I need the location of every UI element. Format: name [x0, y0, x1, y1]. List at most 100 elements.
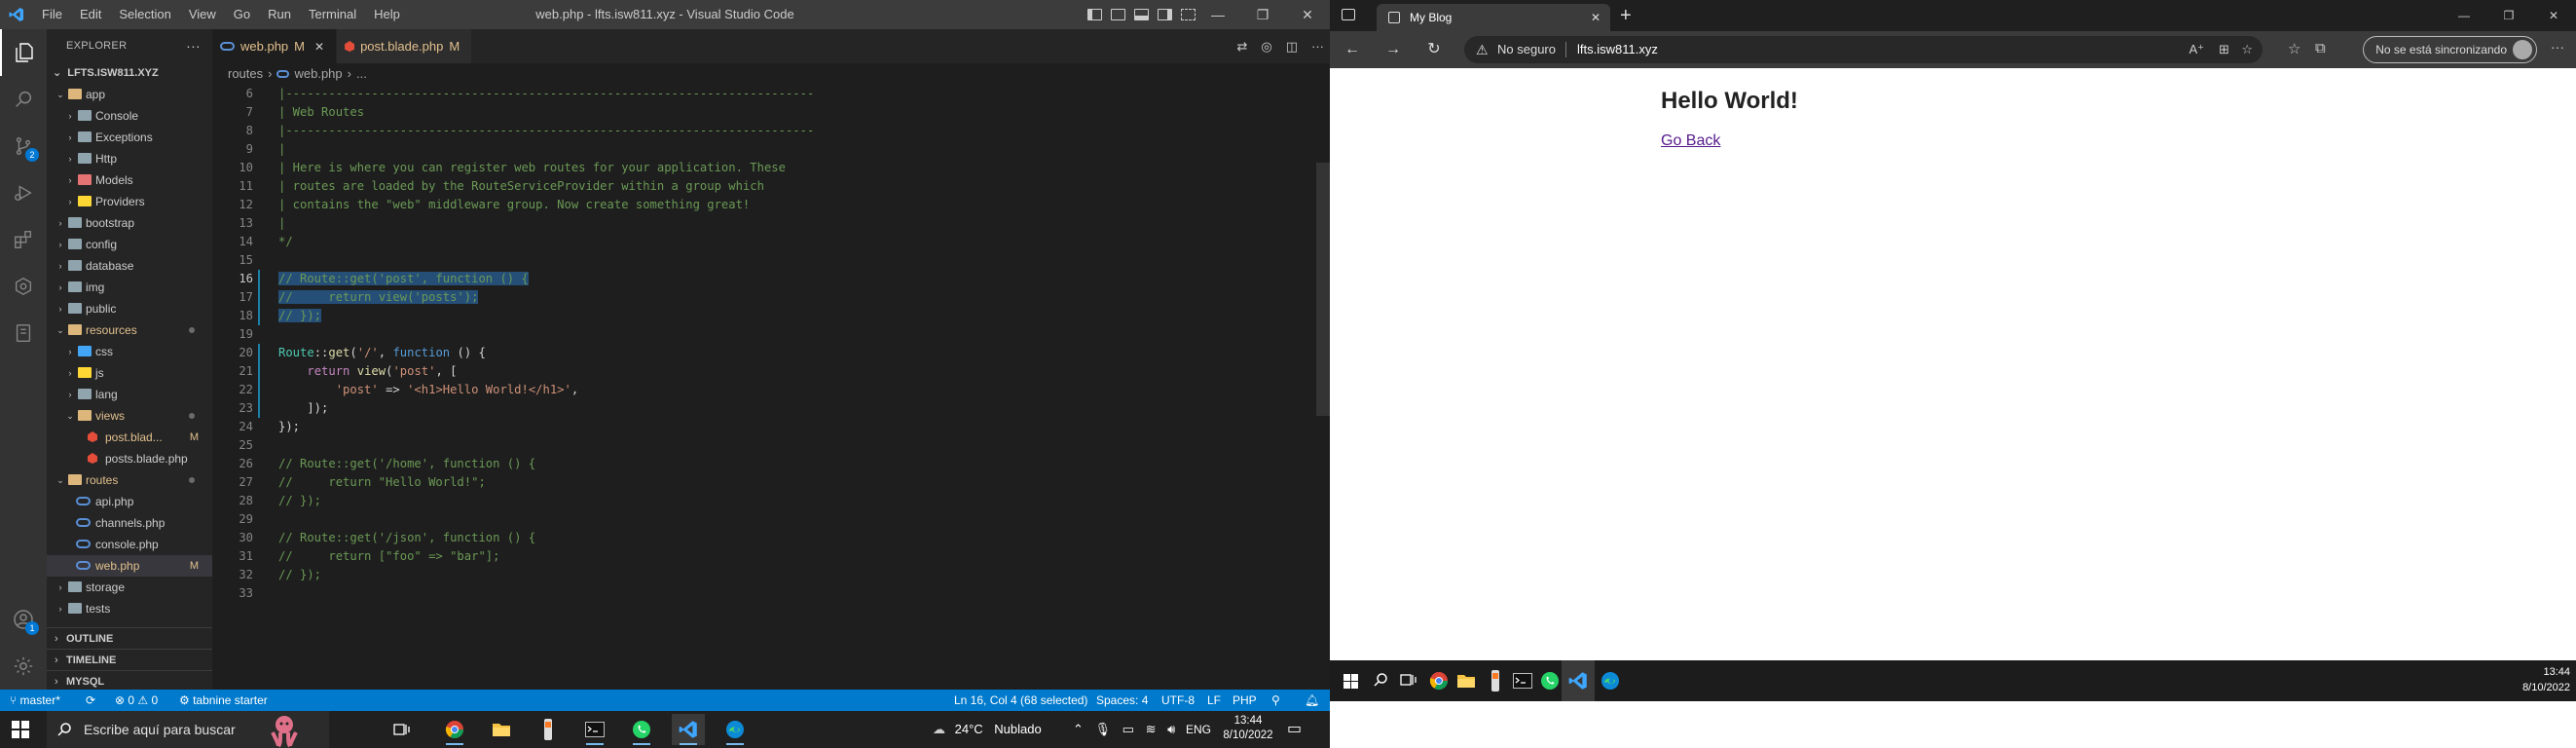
code-line[interactable]: 29: [212, 510, 1303, 529]
notification-center-icon[interactable]: ▭: [1287, 711, 1302, 748]
refresh-icon[interactable]: ↻: [1423, 39, 1445, 60]
code-line[interactable]: 27 // return "Hello World!";: [212, 473, 1303, 492]
wifi-icon[interactable]: ≋: [1146, 722, 1157, 736]
toggle-editor-icon[interactable]: [1111, 9, 1125, 20]
section-timeline[interactable]: TIMELINE: [47, 649, 212, 671]
restore-button[interactable]: ❐: [1240, 0, 1285, 29]
close-button[interactable]: ✕: [2531, 0, 2576, 31]
more-actions-icon[interactable]: ···: [186, 29, 201, 62]
tree-item[interactable]: post.blad... M: [47, 427, 212, 448]
code-line[interactable]: 22 'post' => '<h1>Hello World!</h1>',: [212, 381, 1303, 399]
tree-item[interactable]: › bootstrap: [47, 212, 212, 234]
section-mysql[interactable]: MYSQL: [47, 670, 212, 692]
tree-item[interactable]: ⌄ views: [47, 405, 212, 427]
task-view-icon[interactable]: [386, 714, 419, 745]
run-debug-icon[interactable]: [0, 169, 47, 216]
search-icon[interactable]: [0, 76, 47, 123]
code-line[interactable]: 17 // return view('posts');: [212, 288, 1303, 307]
go-back-link[interactable]: Go Back: [1661, 132, 1720, 150]
cursor-position[interactable]: Ln 16, Col 4 (68 selected): [954, 690, 1087, 711]
edge-icon[interactable]: [718, 714, 752, 745]
compare-changes-icon[interactable]: ⇄: [1236, 39, 1247, 55]
tree-item[interactable]: › img: [47, 277, 212, 298]
breadcrumb-file[interactable]: web.php: [294, 63, 342, 85]
tree-item[interactable]: › public: [47, 298, 212, 319]
tab-web-php[interactable]: web.php M ✕: [212, 29, 338, 63]
menu-run[interactable]: Run: [259, 0, 300, 29]
edge-icon[interactable]: [1601, 671, 1620, 691]
chrome-icon[interactable]: [438, 714, 471, 745]
close-button[interactable]: ✕: [1285, 0, 1330, 29]
menu-go[interactable]: Go: [225, 0, 259, 29]
extensions-icon[interactable]: [0, 216, 47, 263]
file-explorer-icon[interactable]: [1456, 673, 1476, 689]
start-windows-icon[interactable]: [1343, 674, 1358, 689]
code-line[interactable]: 28 // });: [212, 492, 1303, 510]
menu-view[interactable]: View: [180, 0, 225, 29]
taskbar-search[interactable]: Escribe aquí para buscar: [47, 711, 329, 748]
tree-item[interactable]: › Models: [47, 169, 212, 191]
clock[interactable]: 13:44 8/10/2022: [1219, 714, 1277, 748]
code-line[interactable]: 30 // Route::get('/json', function () {: [212, 529, 1303, 547]
close-tab-icon[interactable]: ✕: [1591, 4, 1601, 31]
code-line[interactable]: 19: [212, 325, 1303, 344]
weather-widget[interactable]: ☁ 24°C Nublado: [933, 711, 1042, 748]
input-language[interactable]: ENG: [1186, 711, 1211, 748]
scroll-thumb[interactable]: [1316, 163, 1330, 416]
tree-item[interactable]: › config: [47, 234, 212, 255]
security-label[interactable]: No seguro: [1497, 36, 1556, 63]
code-line[interactable]: 23 ]);: [212, 399, 1303, 418]
tab-actions-menu-icon[interactable]: [1342, 9, 1355, 20]
settings-gear-icon[interactable]: [0, 643, 47, 690]
tree-item[interactable]: › Console: [47, 105, 212, 127]
code-line[interactable]: 15: [212, 251, 1303, 270]
terminal-icon[interactable]: [1513, 673, 1532, 689]
toggle-panel-icon[interactable]: [1134, 9, 1149, 20]
tree-item[interactable]: api.php: [47, 491, 212, 512]
code-line[interactable]: 18 // });: [212, 307, 1303, 325]
code-line[interactable]: 14 */: [212, 233, 1303, 251]
tree-item[interactable]: ⌄ routes: [47, 469, 212, 491]
warning-icon[interactable]: ⚠: [1476, 36, 1489, 63]
minimize-button[interactable]: —: [1196, 0, 1240, 29]
tree-item[interactable]: ⌄ app: [47, 84, 212, 105]
tree-item[interactable]: console.php: [47, 534, 212, 555]
menu-edit[interactable]: Edit: [71, 0, 110, 29]
url-text[interactable]: lfts.isw811.xyz: [1577, 36, 1658, 63]
whatsapp-icon[interactable]: [1540, 671, 1560, 691]
chrome-icon[interactable]: [1429, 671, 1449, 691]
branch-indicator[interactable]: ⑂ master*: [10, 690, 60, 711]
code-line[interactable]: 8 |--------------------------------------…: [212, 122, 1303, 140]
tree-item[interactable]: › css: [47, 341, 212, 362]
xampp-icon[interactable]: [1490, 670, 1501, 692]
open-changes-icon[interactable]: ◎: [1261, 39, 1271, 55]
feedback-icon[interactable]: ⚲: [1271, 690, 1280, 711]
sync-icon[interactable]: ⟳: [86, 690, 95, 711]
toggle-secondary-sidebar-icon[interactable]: [1158, 9, 1172, 20]
customize-layout-icon[interactable]: [1181, 9, 1196, 20]
tree-item[interactable]: posts.blade.php: [47, 448, 212, 469]
address-bar[interactable]: ⚠ No seguro lfts.isw811.xyz A⁺ ⊞ ☆: [1464, 36, 2263, 63]
problems-indicator[interactable]: ⊗ 0 ⚠ 0: [115, 690, 158, 711]
tree-item[interactable]: › Http: [47, 148, 212, 169]
code-line[interactable]: 9 |: [212, 140, 1303, 159]
code-line[interactable]: 16 // Route::get('post', function () {: [212, 270, 1303, 288]
tree-item[interactable]: channels.php: [47, 512, 212, 534]
accounts-icon[interactable]: 1: [0, 596, 47, 643]
new-tab-button[interactable]: +: [1620, 4, 1632, 27]
terminal-icon[interactable]: [578, 714, 611, 745]
code-line[interactable]: 25: [212, 436, 1303, 455]
section-outline[interactable]: OUTLINE: [47, 627, 212, 650]
menu-help[interactable]: Help: [365, 0, 409, 29]
collections-icon[interactable]: ⧉: [2315, 40, 2326, 56]
indentation[interactable]: Spaces: 4: [1096, 690, 1148, 711]
code-line[interactable]: 31 // return ["foo" => "bar"];: [212, 547, 1303, 566]
tree-item[interactable]: web.php M: [47, 555, 212, 577]
database-icon[interactable]: [0, 310, 47, 356]
notifications-bell-icon[interactable]: 🔔︎: [1305, 690, 1319, 711]
favorite-star-icon[interactable]: ☆: [2241, 36, 2253, 63]
encoding[interactable]: UTF-8: [1161, 690, 1195, 711]
browser-tab-active[interactable]: My Blog ✕: [1377, 4, 1610, 31]
code-line[interactable]: 10 | Here is where you can register web r…: [212, 159, 1303, 177]
minimize-button[interactable]: —: [2442, 0, 2486, 31]
